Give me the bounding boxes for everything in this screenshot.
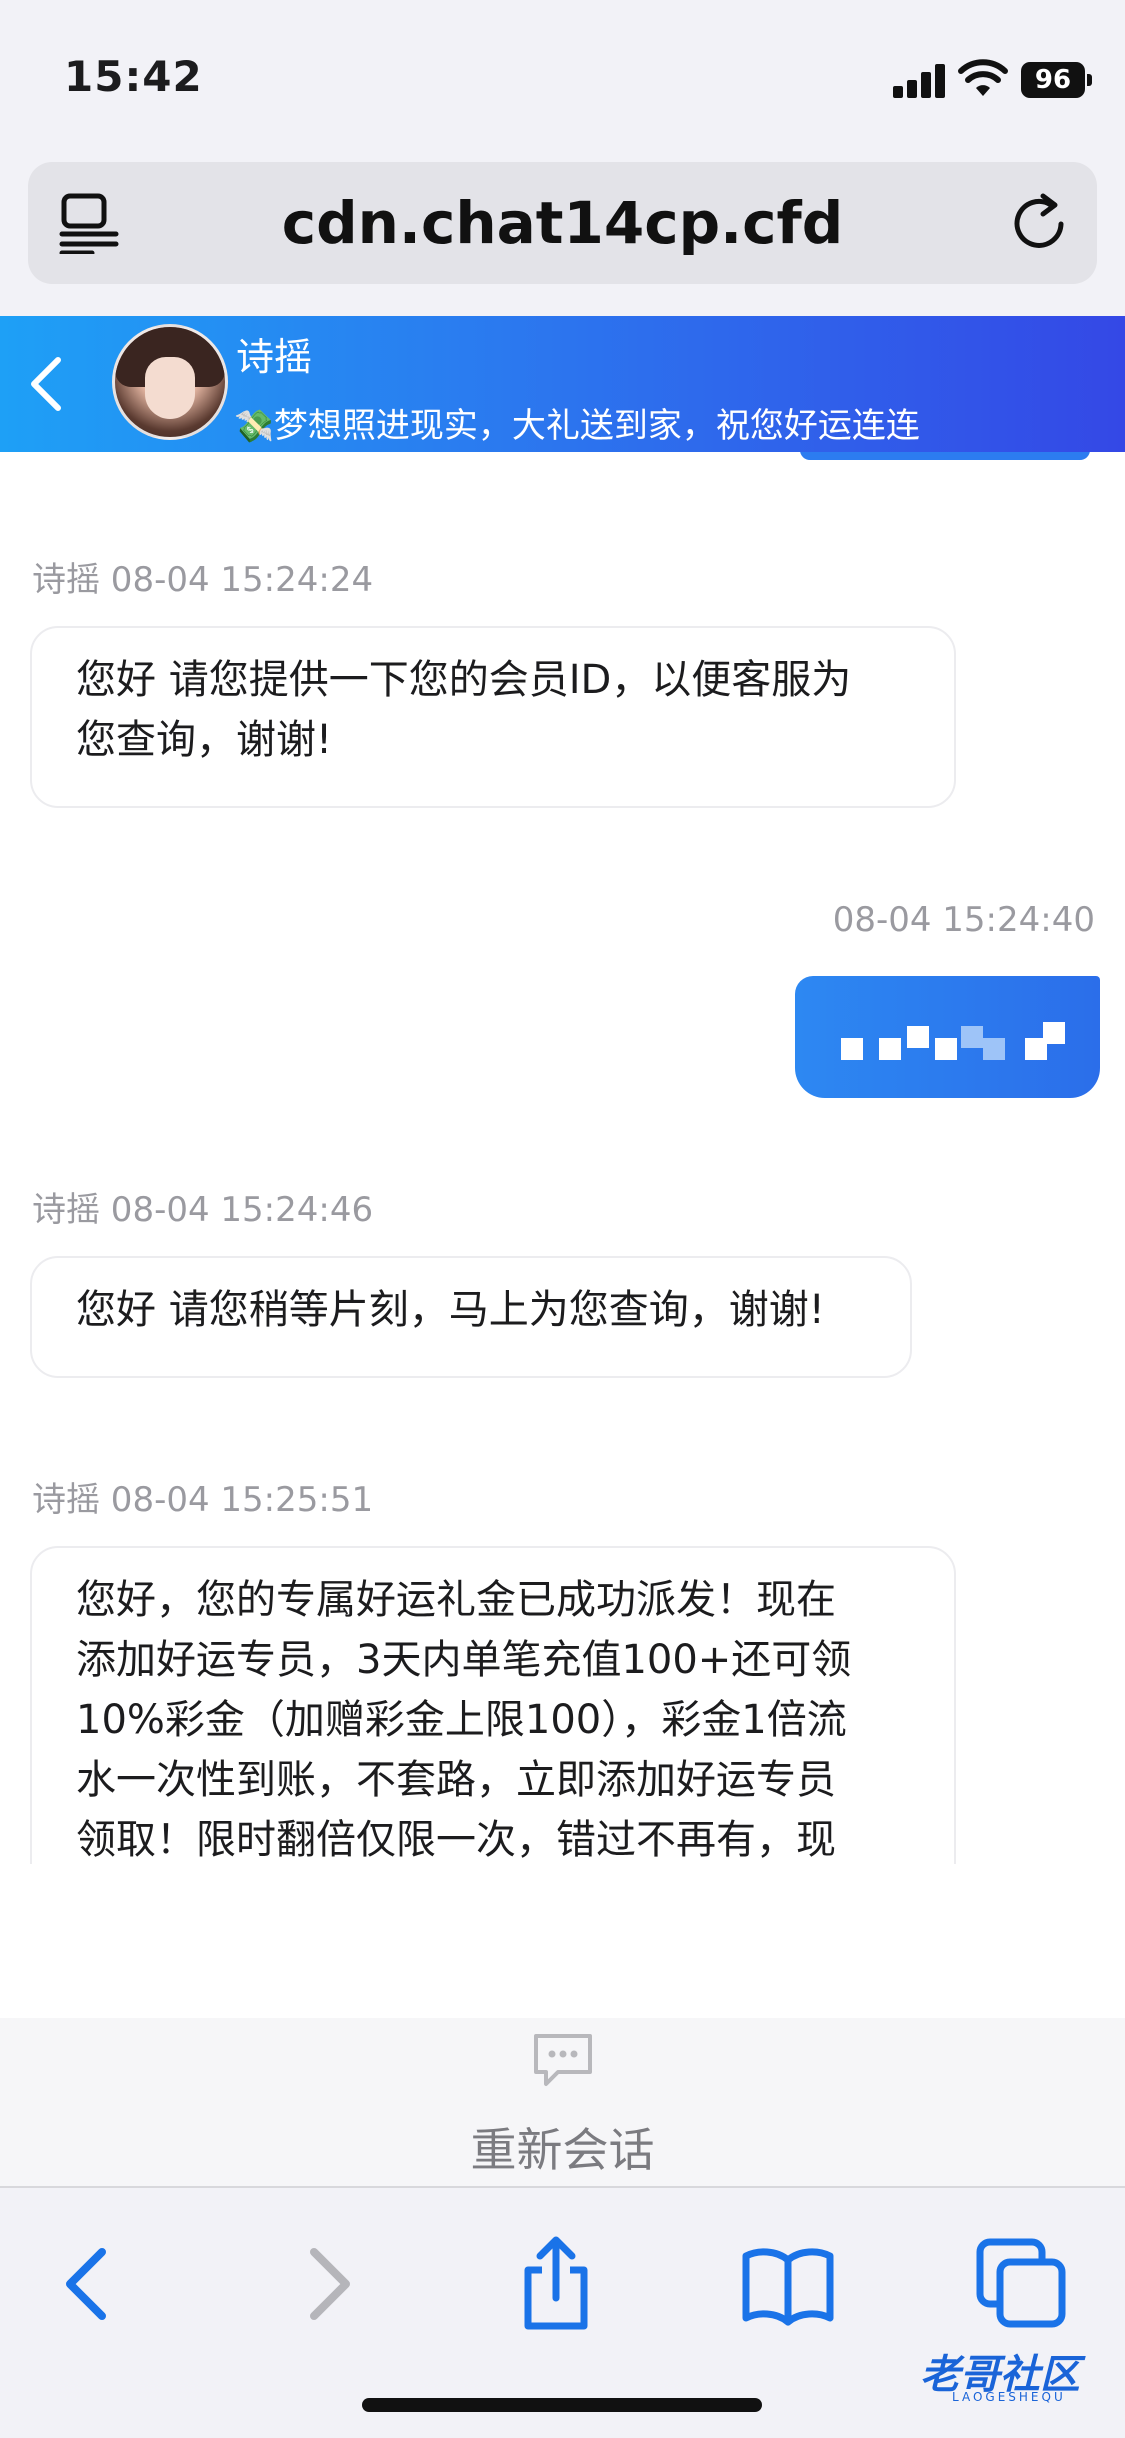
message-line: 您查询，谢谢! [76, 717, 333, 763]
wifi-icon [958, 59, 1008, 96]
message-line: 添加好运专员，3天内单笔充值100+还可领 [76, 1637, 852, 1683]
message-line: 您好 请您稍等片刻，马上为您查询，谢谢! [76, 1287, 825, 1333]
battery-tip [1087, 74, 1092, 86]
share-icon[interactable] [506, 2234, 606, 2334]
status-time: 15:42 [64, 52, 203, 101]
bookmarks-icon[interactable] [738, 2234, 838, 2334]
incoming-message-bubble: 您好，您的专属好运礼金已成功派发！现在 添加好运专员，3天内单笔充值100+还可… [30, 1546, 956, 1864]
outgoing-message-bubble-pixelated [795, 976, 1100, 1098]
message-meta: 诗摇 08-04 15:24:24 [32, 560, 374, 600]
home-indicator[interactable] [362, 2398, 762, 2412]
message-line: 领取！限时翻倍仅限一次，错过不再有，现 [76, 1817, 836, 1863]
incoming-message-bubble: 您好 请您稍等片刻，马上为您查询，谢谢! [30, 1256, 912, 1378]
restart-session-area[interactable]: 重新会话 [0, 2018, 1125, 2186]
browser-top-area: 15:42 96 cdn.chat14cp.cfd [0, 0, 1125, 316]
incoming-message-bubble: 您好 请您提供一下您的会员ID，以便客服为 您查询，谢谢! [30, 626, 956, 808]
restart-session-button[interactable]: 重新会话 [0, 2114, 1125, 2180]
money-bag-icon: 💸 [234, 407, 274, 445]
watermark-logo: 老哥社区 LAOGESHEQU [884, 2336, 1110, 2410]
message-line: 10%彩金（加赠彩金上限100），彩金1倍流 [76, 1697, 847, 1743]
message-line: 您好 请您提供一下您的会员ID，以便客服为 [76, 657, 852, 703]
cellular-signal-icon [893, 62, 945, 98]
announcement-marquee: 💸梦想照进现实，大礼送到家，祝您好运连连 [234, 398, 994, 447]
tabs-icon[interactable] [972, 2234, 1072, 2334]
message-meta: 诗摇 08-04 15:24:46 [32, 1190, 374, 1230]
message-line: 水一次性到账，不套路，立即添加好运专员 [76, 1757, 836, 1803]
back-icon[interactable] [40, 2234, 140, 2334]
url-text[interactable]: cdn.chat14cp.cfd [148, 162, 977, 284]
message-line: 您好，您的专属好运礼金已成功派发！现在 [76, 1577, 836, 1623]
message-meta: 08-04 15:24:40 [832, 900, 1095, 940]
reload-icon[interactable] [1009, 192, 1071, 254]
chat-bubble-icon[interactable] [532, 2032, 594, 2088]
reader-mode-icon[interactable] [58, 192, 120, 254]
message-meta: 诗摇 08-04 15:25:51 [32, 1480, 374, 1520]
battery-level: 96 [1021, 62, 1085, 98]
chat-message-list[interactable]: 诗摇 08-04 15:24:24 您好 请您提供一下您的会员ID，以便客服为 … [0, 452, 1125, 1864]
previous-message-edge [800, 452, 1090, 460]
address-bar[interactable]: cdn.chat14cp.cfd [28, 162, 1097, 284]
back-chevron-icon[interactable] [22, 352, 74, 416]
agent-name: 诗摇 [236, 335, 313, 379]
forward-icon[interactable] [276, 2234, 376, 2334]
watermark-subtext: LAOGESHEQU [952, 2390, 1066, 2404]
marquee-text: 梦想照进现实，大礼送到家，祝您好运连连 [273, 406, 920, 446]
chat-header: 诗摇 💸梦想照进现实，大礼送到家，祝您好运连连 [0, 316, 1125, 452]
agent-avatar [112, 324, 228, 440]
